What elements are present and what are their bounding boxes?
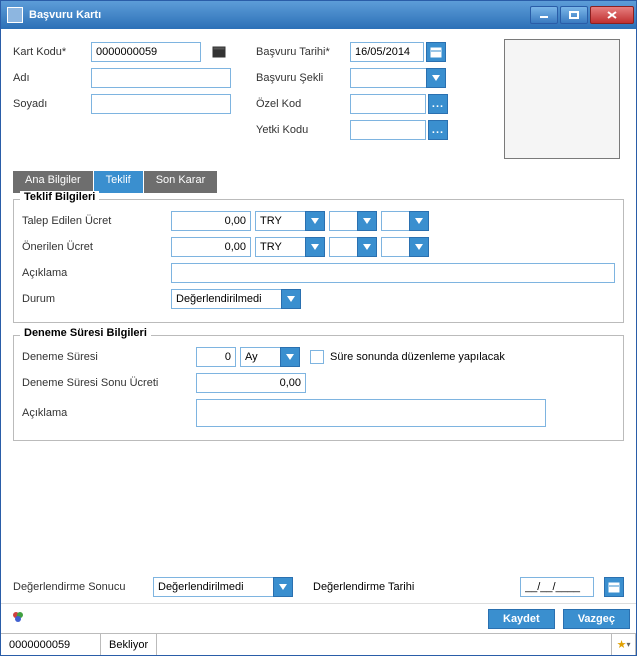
chevron-down-icon[interactable] (409, 237, 429, 257)
degerlendirme-tarihi-label: Değerlendirme Tarihi (313, 581, 414, 593)
deneme-suresi-input[interactable] (196, 347, 236, 367)
ozel-kod-input[interactable] (350, 94, 426, 114)
window: Başvuru Kartı Kart Kodu* (0, 0, 637, 656)
star-icon[interactable]: ★▾ (612, 634, 636, 655)
tab-bar: Ana Bilgiler Teklif Son Karar (13, 171, 624, 193)
status-spacer (157, 634, 612, 655)
basvuru-tarihi-input[interactable] (350, 42, 424, 62)
durum-label: Durum (22, 293, 167, 305)
clapperboard-icon[interactable] (209, 42, 229, 62)
chevron-down-icon[interactable] (357, 211, 377, 231)
rgb-indicator-icon (11, 610, 25, 627)
talep-edilen-ucret-label: Talep Edilen Ücret (22, 215, 167, 227)
adi-input[interactable] (91, 68, 231, 88)
minimize-button[interactable] (530, 6, 558, 24)
onerilen-extra1-input[interactable] (329, 237, 357, 257)
save-button[interactable]: Kaydet (488, 609, 555, 629)
cancel-button[interactable]: Vazgeç (563, 609, 630, 629)
ellipsis-button[interactable]: ... (428, 120, 448, 140)
section-teklif-bilgileri: Teklif Bilgileri Talep Edilen Ücret (13, 199, 624, 323)
section-title: Deneme Süresi Bilgileri (20, 327, 151, 339)
onerilen-ucret-input[interactable] (171, 237, 251, 257)
window-title: Başvuru Kartı (29, 9, 530, 21)
tab-ana-bilgiler[interactable]: Ana Bilgiler (13, 171, 93, 193)
teklif-aciklama-input[interactable] (171, 263, 615, 283)
soyadi-label: Soyadı (13, 98, 91, 110)
ozel-kod-label: Özel Kod (256, 98, 350, 110)
calendar-icon[interactable] (426, 42, 446, 62)
chevron-down-icon[interactable] (426, 68, 446, 88)
talep-edilen-ucret-input[interactable] (171, 211, 251, 231)
talep-currency-input[interactable] (255, 211, 305, 231)
degerlendirme-sonucu-label: Değerlendirme Sonucu (13, 581, 143, 593)
section-deneme-suresi: Deneme Süresi Bilgileri Deneme Süresi Sü… (13, 335, 624, 441)
deneme-aciklama-input[interactable] (196, 399, 546, 427)
chevron-down-icon[interactable] (281, 289, 301, 309)
tab-son-karar[interactable]: Son Karar (144, 171, 218, 193)
soyadi-input[interactable] (91, 94, 231, 114)
talep-extra2-input[interactable] (381, 211, 409, 231)
deneme-sonu-ucreti-input[interactable] (196, 373, 306, 393)
sure-sonunda-checkbox[interactable] (310, 350, 324, 364)
chevron-down-icon[interactable] (409, 211, 429, 231)
ellipsis-button[interactable]: ... (428, 94, 448, 114)
chevron-down-icon[interactable] (280, 347, 300, 367)
adi-label: Adı (13, 72, 91, 84)
titlebar: Başvuru Kartı (1, 1, 636, 29)
chevron-down-icon[interactable] (357, 237, 377, 257)
onerilen-currency-input[interactable] (255, 237, 305, 257)
onerilen-extra2-input[interactable] (381, 237, 409, 257)
calendar-icon[interactable] (604, 577, 624, 597)
close-button[interactable] (590, 6, 634, 24)
status-code: 0000000059 (1, 634, 101, 655)
photo-placeholder (504, 39, 620, 159)
sure-sonunda-label: Süre sonunda düzenleme yapılacak (330, 351, 505, 363)
yetki-kodu-label: Yetki Kodu (256, 124, 350, 136)
onerilen-ucret-label: Önerilen Ücret (22, 241, 167, 253)
chevron-down-icon[interactable] (273, 577, 293, 597)
kart-kodu-label: Kart Kodu* (13, 46, 91, 58)
tab-teklif[interactable]: Teklif (94, 171, 143, 193)
status-bar: 0000000059 Bekliyor ★▾ (1, 633, 636, 655)
teklif-aciklama-label: Açıklama (22, 267, 167, 279)
kart-kodu-input[interactable] (91, 42, 201, 62)
durum-input[interactable] (171, 289, 281, 309)
basvuru-sekli-input[interactable] (350, 68, 426, 88)
degerlendirme-tarihi-input[interactable] (520, 577, 594, 597)
maximize-button[interactable] (560, 6, 588, 24)
app-icon (7, 7, 23, 23)
talep-extra1-input[interactable] (329, 211, 357, 231)
deneme-suresi-unit-input[interactable] (240, 347, 280, 367)
yetki-kodu-input[interactable] (350, 120, 426, 140)
chevron-down-icon[interactable] (305, 237, 325, 257)
basvuru-tarihi-label: Başvuru Tarihi* (256, 46, 350, 58)
basvuru-sekli-label: Başvuru Şekli (256, 72, 350, 84)
deneme-sonu-ucreti-label: Deneme Süresi Sonu Ücreti (22, 377, 192, 389)
chevron-down-icon[interactable] (305, 211, 325, 231)
degerlendirme-sonucu-input[interactable] (153, 577, 273, 597)
status-state: Bekliyor (101, 634, 157, 655)
deneme-suresi-label: Deneme Süresi (22, 351, 192, 363)
section-title: Teklif Bilgileri (20, 191, 99, 203)
deneme-aciklama-label: Açıklama (22, 407, 192, 419)
